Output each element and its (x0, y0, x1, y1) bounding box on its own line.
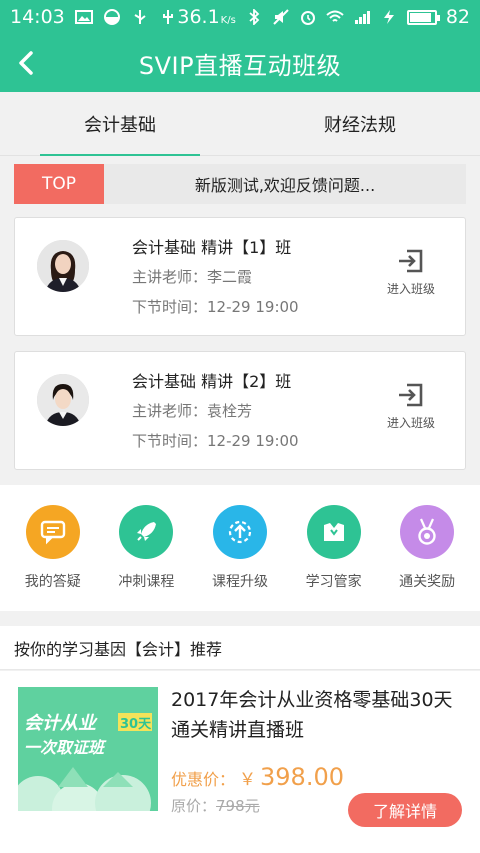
teacher-photo-icon (37, 374, 89, 426)
notice-bar[interactable]: TOP 新版测试,欢迎反馈问题... (14, 164, 466, 204)
rocket-icon (137, 522, 157, 541)
usb-icon (134, 10, 146, 24)
feature-label: 通关奖励 (399, 574, 456, 590)
back-button[interactable] (6, 43, 46, 83)
feature-course-upgrade[interactable]: 课程升级 (195, 505, 285, 591)
feature-pass-reward[interactable]: 通关奖励 (382, 505, 472, 591)
enter-class-button[interactable]: 进入班级 (375, 382, 447, 431)
feature-shortcuts: 我的答疑 冲刺课程 课程升级 学习管家 通关奖励 (0, 485, 480, 611)
price-currency: ￥ (239, 770, 257, 790)
tab-bar: 会计基础 财经法规 (0, 92, 480, 156)
notice-text: 新版测试,欢迎反馈问题... (194, 176, 376, 195)
battery-icon (406, 9, 440, 25)
chat-icon (40, 520, 65, 545)
class-name: 会计基础 精讲【2】班 (132, 372, 292, 391)
cover-text-main: 会计从业 (24, 713, 98, 734)
feature-label: 冲刺课程 (118, 574, 175, 590)
enter-icon (399, 249, 423, 273)
wifi-icon (326, 10, 344, 22)
original-price-row: 原价：798元 (171, 795, 260, 816)
class-name: 会计基础 精讲【1】班 (132, 238, 292, 257)
upgrade-icon (228, 520, 252, 544)
original-price: 798元 (216, 797, 260, 815)
feature-circle (306, 505, 361, 559)
bluetooth-icon (249, 9, 260, 25)
enter-icon (399, 383, 423, 407)
teacher-avatar (37, 240, 89, 292)
feature-label: 课程升级 (211, 574, 268, 590)
top-badge: TOP (14, 164, 104, 204)
course-title[interactable]: 2017年会计从业资格零基础30天通关精讲直播班 (171, 685, 461, 745)
class-card[interactable]: 会计基础 精讲【2】班 主讲老师：袁栓芳 下节时间：12-29 19:00 进入… (14, 351, 466, 470)
class-teacher: 主讲老师：李二霞 (132, 268, 253, 286)
page-title: SVIP直播互动班级 (138, 51, 342, 80)
image-icon (74, 10, 93, 24)
feature-label: 我的答疑 (24, 574, 81, 590)
status-time: 14:03 (10, 6, 65, 28)
class-card[interactable]: 会计基础 精讲【1】班 主讲老师：李二霞 下节时间：12-29 19:00 进入… (14, 217, 466, 336)
tab-accounting-basics[interactable]: 会计基础 (0, 92, 240, 156)
feature-circle (25, 505, 80, 559)
usb-debug-icon (162, 10, 173, 24)
alarm-icon (300, 11, 315, 25)
enter-class-button[interactable]: 进入班级 (375, 248, 447, 297)
original-price-label: 原价： (171, 797, 217, 815)
recommend-header: 按你的学习基因【会计】推荐 (0, 626, 480, 670)
class-next-time: 下节时间：12-29 19:00 (132, 432, 299, 450)
course-cover-graphic: 会计从业 30天 一次取证班 (18, 687, 158, 811)
mute-icon (273, 9, 289, 25)
tab-finance-regulations[interactable]: 财经法规 (240, 92, 480, 155)
feature-sprint-course[interactable]: 冲刺课程 (101, 505, 191, 591)
price-label: 优惠价： (171, 770, 236, 789)
app-header: SVIP直播互动班级 (0, 34, 480, 92)
cover-text-days: 30天 (120, 717, 152, 732)
feature-label: 学习管家 (305, 574, 362, 590)
feature-circle (119, 505, 174, 559)
teacher-photo-icon (37, 240, 89, 292)
price-row: 优惠价： ￥ 398.00 (171, 763, 344, 791)
feature-my-qa[interactable]: 我的答疑 (8, 505, 98, 591)
battery-percent: 82 (445, 6, 470, 28)
signal-icon (354, 11, 370, 24)
learn-more-button[interactable]: 了解详情 (348, 793, 462, 827)
network-speed: 36.1K/s (177, 6, 236, 28)
chevron-left-icon (19, 51, 33, 75)
cover-text-sub: 一次取证班 (24, 738, 107, 757)
teacher-avatar (37, 374, 89, 426)
price-value: 398.00 (260, 763, 344, 791)
enter-class-label: 进入班级 (386, 416, 435, 430)
feature-study-butler[interactable]: 学习管家 (289, 505, 379, 591)
feature-circle (400, 505, 455, 559)
class-next-time: 下节时间：12-29 19:00 (132, 298, 299, 316)
recommended-course[interactable]: 会计从业 30天 一次取证班 2017年会计从业资格零基础30天通关精讲直播班 … (0, 671, 480, 853)
medal-icon (418, 518, 436, 545)
half-circle-icon (103, 9, 120, 25)
enter-class-label: 进入班级 (386, 282, 435, 296)
class-teacher: 主讲老师：袁栓芳 (132, 402, 253, 420)
butler-icon (323, 523, 344, 541)
charging-icon (383, 10, 394, 24)
status-bar: 14:03 36.1K/s 82 (0, 0, 480, 34)
feature-circle (212, 505, 267, 559)
course-cover-image[interactable]: 会计从业 30天 一次取证班 (18, 687, 158, 811)
